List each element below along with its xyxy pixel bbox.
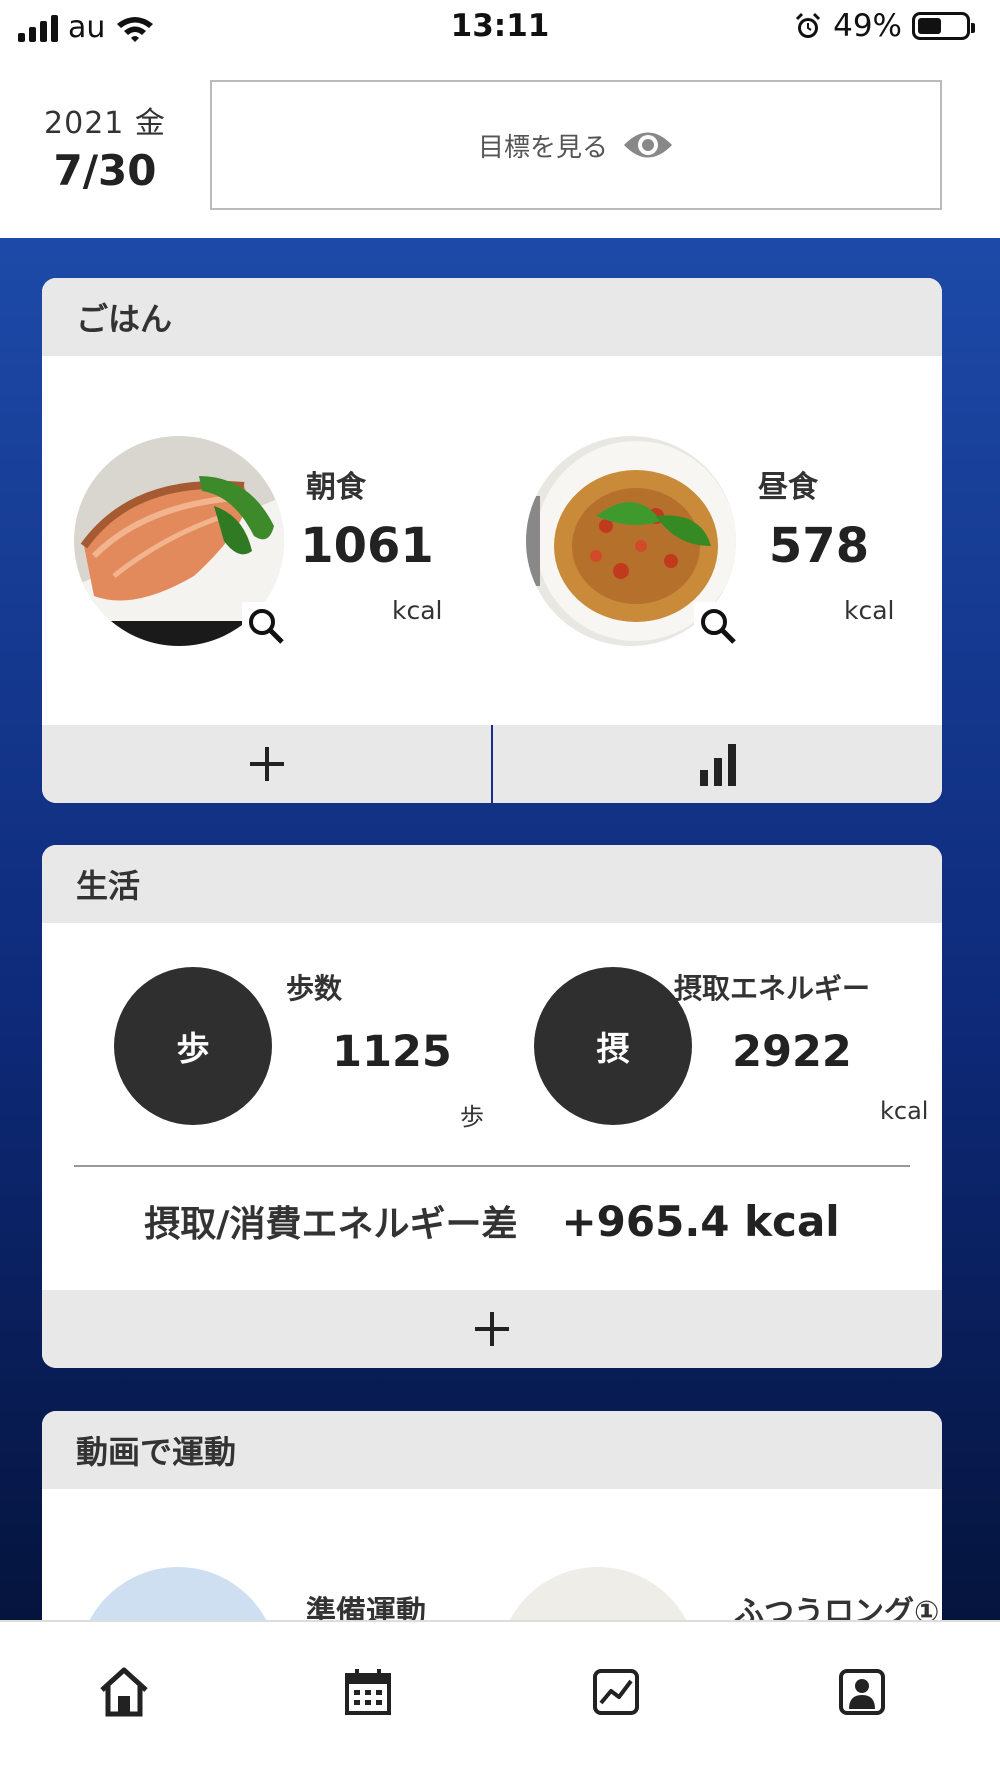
meal-kcal-value: 578 [768,518,870,574]
life-card-footer [42,1290,942,1368]
meal-breakfast[interactable]: 朝食 1061 kcal [42,436,482,696]
video-label: 準備運動 [306,1595,426,1620]
divider [74,1165,910,1167]
add-life-button[interactable] [42,1290,942,1368]
video-label: ふつうロング① [734,1595,940,1620]
meal-lunch[interactable]: 昼食 578 kcal [494,436,934,696]
intake-badge: 摂 [534,967,692,1125]
video-card: 動画で運動 準備運動 ふつうロング① [42,1411,942,1620]
alarm-icon [796,12,821,38]
intake-energy-item[interactable]: 摂 摂取エネルギー 2922 kcal [462,967,928,1137]
view-goal-label: 目標を見る [477,132,608,163]
main-content[interactable]: ごはん 朝食 1061 kcal 昼食 578 kcal 生活 歩 歩数 112… [0,238,1000,1620]
meals-card: ごはん 朝食 1061 kcal 昼食 578 kcal [42,278,942,803]
steps-label: 歩数 [286,972,343,1005]
calendar-icon [345,1669,391,1715]
meals-card-title: ごはん [42,278,942,356]
bar-chart-icon [699,744,736,786]
meal-label: 朝食 [306,470,366,505]
search-icon[interactable] [694,602,742,650]
chart-icon [593,1669,639,1715]
intake-label: 摂取エネルギー [674,972,871,1005]
steps-item[interactable]: 歩 歩数 1125 歩 [42,967,484,1137]
plus-icon [475,1312,509,1346]
energy-diff-row: 摂取/消費エネルギー差 +965.4 kcal [42,1195,942,1247]
add-meal-button[interactable] [42,725,491,803]
search-icon[interactable] [242,602,290,650]
eye-icon [624,132,672,158]
date-year-weekday: 2021 金 [44,106,166,141]
video-card-title: 動画で運動 [42,1411,942,1489]
header: 2021 金 7/30 目標を見る [0,56,1000,238]
meal-label: 昼食 [758,470,818,505]
home-icon [100,1667,148,1717]
date-display[interactable]: 2021 金 7/30 [0,98,210,195]
meal-chart-button[interactable] [493,725,942,803]
energy-diff-value: +965.4 kcal [561,1197,840,1246]
intake-value: 2922 [732,1027,852,1077]
status-bar: au 13:11 49% [0,0,1000,56]
meals-card-footer [42,725,942,803]
video-item-normal-long[interactable]: ふつうロング① [462,1567,939,1620]
video-thumbnail[interactable] [78,1567,278,1620]
tab-home[interactable] [92,1660,156,1724]
intake-unit: kcal [880,1097,929,1125]
video-thumbnail[interactable] [498,1567,698,1620]
view-goal-button[interactable]: 目標を見る [210,80,942,210]
meal-kcal-unit: kcal [844,596,895,625]
video-item-warmup[interactable]: 準備運動 [42,1567,482,1620]
meal-kcal-unit: kcal [392,596,443,625]
meal-kcal-value: 1061 [300,518,434,574]
life-card: 生活 歩 歩数 1125 歩 摂 摂取エネルギー 2922 kcal 摂取/消費… [42,845,942,1368]
plus-icon [249,747,284,781]
steps-badge: 歩 [114,967,272,1125]
battery-icon [912,12,975,40]
energy-diff-label: 摂取/消費エネルギー差 [144,1204,518,1245]
tab-graph[interactable] [584,1660,648,1724]
tab-bar [0,1620,1000,1778]
life-card-title: 生活 [42,845,942,923]
tab-profile[interactable] [830,1660,894,1724]
battery-percent: 49% [833,8,902,44]
battery-fill [918,18,941,34]
tab-calendar[interactable] [336,1660,400,1724]
date-day: 7/30 [53,146,157,195]
profile-icon [839,1669,885,1715]
status-right: 49% [793,8,975,44]
